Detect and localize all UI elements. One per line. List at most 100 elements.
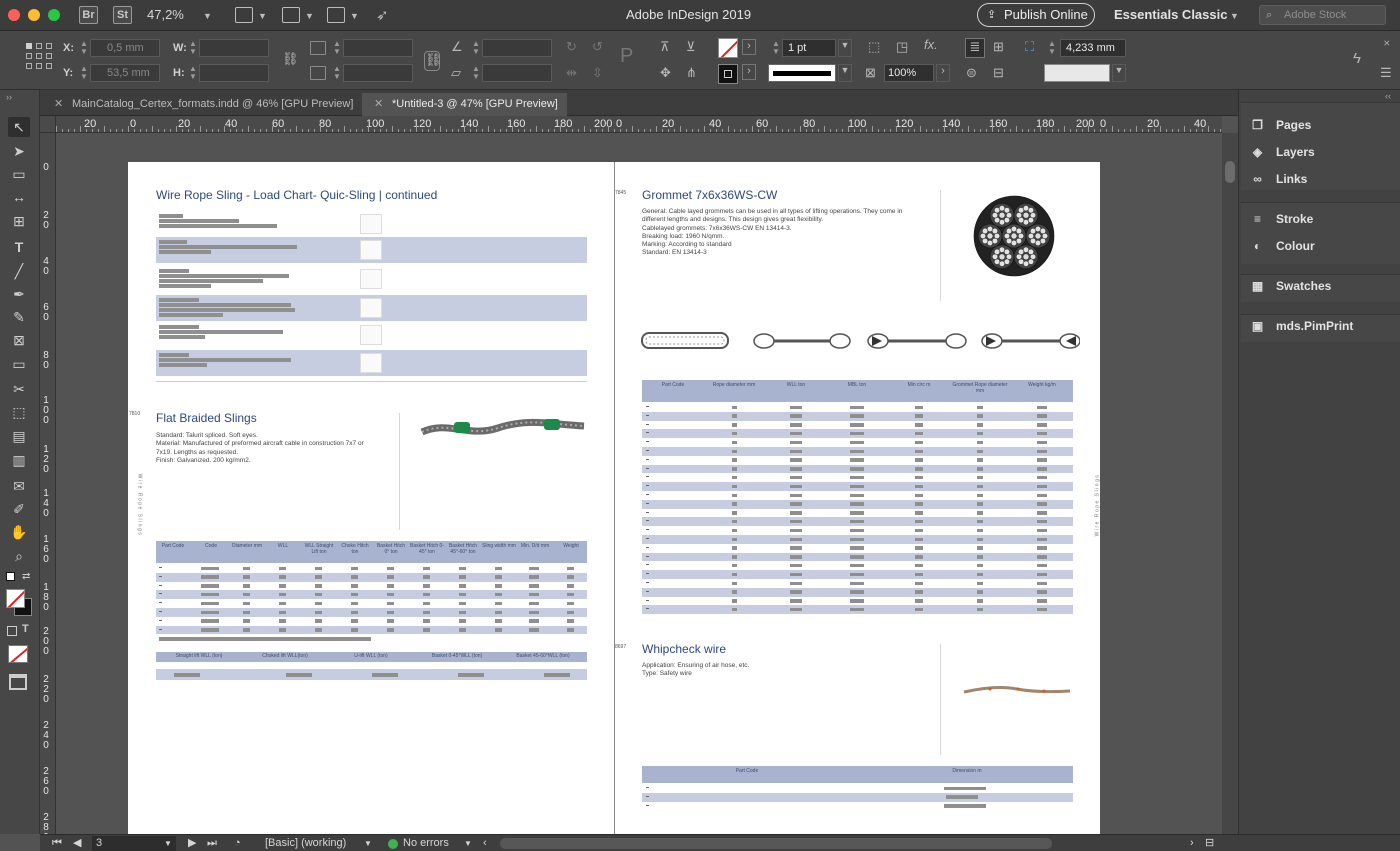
height-field[interactable]	[199, 64, 269, 82]
swap-colors-icon[interactable]: ⇄	[22, 571, 30, 582]
free-transform-tool-icon[interactable]: ⬚	[8, 402, 30, 422]
column-header[interactable]: WLL ton	[768, 382, 824, 389]
sling-thumbnail-image[interactable]	[360, 298, 382, 318]
note-tool-icon[interactable]: ✉	[8, 476, 30, 496]
column-header[interactable]: Choke Hitch ton	[338, 543, 372, 555]
profile-chevron-down-icon[interactable]: ▼	[364, 836, 372, 851]
close-tab-icon[interactable]: ✕	[374, 93, 383, 116]
column-header[interactable]: WLL	[266, 543, 300, 550]
tab-untitled-3[interactable]: ✕ *Untitled-3 @ 47% [GPU Preview]	[362, 93, 567, 116]
text-wrap-none-icon[interactable]: ≣	[965, 38, 985, 58]
last-page-icon[interactable]: ⏭	[207, 836, 217, 851]
column-header[interactable]: Basket Hitch 45°-60° ton	[446, 543, 480, 555]
formatting-container-icon[interactable]	[7, 626, 17, 636]
rotate-angle-field[interactable]	[482, 39, 552, 57]
column-header[interactable]: Diameter mm	[230, 543, 264, 550]
previous-page-icon[interactable]: ◀	[73, 836, 81, 851]
fill-none-swatch-icon[interactable]	[718, 38, 738, 58]
column-header[interactable]: Basket 0-45°WLL (ton)	[414, 653, 500, 660]
stock-badge[interactable]: St	[113, 6, 132, 24]
column-header[interactable]: Weight	[554, 543, 588, 550]
frame-size-field[interactable]: 4,233 mm	[1060, 39, 1126, 57]
collapse-tools-icon[interactable]: ››	[6, 92, 12, 102]
split-window-icon[interactable]: ⊟	[1205, 836, 1214, 851]
vertical-ruler[interactable]: 0 20 40 60 80 100 120 140 160 180 200 220 240 260 280	[40, 133, 56, 834]
left-page[interactable]: Wire Rope Sling - Load Chart- Quic-Sling…	[128, 162, 614, 834]
sling-thumbnail-image[interactable]	[360, 240, 382, 260]
preflight-profile[interactable]: [Basic] (working)	[265, 836, 346, 851]
scale-y-field[interactable]	[343, 64, 413, 82]
effects-fx-icon[interactable]: fx.	[924, 37, 938, 52]
select-container-icon[interactable]: ⊼	[660, 39, 670, 55]
page-tool-icon[interactable]: ▭	[8, 164, 30, 184]
next-page-icon[interactable]: ▶	[188, 836, 196, 851]
sling-thumbnail-image[interactable]	[360, 325, 382, 345]
constrain-proportions-icon[interactable]: ⛓	[282, 51, 299, 67]
close-window-button[interactable]	[8, 9, 20, 21]
column-header[interactable]: Min circ m	[891, 382, 947, 389]
rope-cross-section-image[interactable]	[972, 194, 1056, 278]
scale-x-field[interactable]	[343, 39, 413, 57]
pencil-tool-icon[interactable]: ✎	[8, 307, 30, 327]
y-stepper[interactable]: ▲ ▼	[80, 65, 88, 81]
braided-sling-image[interactable]	[418, 410, 588, 446]
grommet-description[interactable]: General: Cable layed grommets can be use…	[642, 208, 932, 258]
preflight-errors[interactable]: No errors	[403, 836, 449, 851]
shear-stepper[interactable]: ▲ ▼	[472, 65, 480, 81]
line-tool-icon[interactable]: ╱	[8, 261, 30, 281]
vertical-scrollbar[interactable]	[1222, 133, 1238, 834]
scroll-left-icon[interactable]: ‹	[483, 836, 487, 851]
select-content-icon[interactable]: ⊻	[686, 39, 696, 55]
content-collector-icon[interactable]: ⊞	[8, 211, 30, 231]
quick-apply-lightning-icon[interactable]: ϟ	[1353, 50, 1361, 67]
workspace-chevron-down-icon[interactable]: ▼	[1230, 11, 1239, 21]
first-page-icon[interactable]: ⏮	[52, 836, 62, 851]
stock-search-input[interactable]: ⌕ Adobe Stock	[1259, 5, 1386, 25]
stroke-weight-chevron-down-icon[interactable]: ▼	[838, 39, 852, 57]
text-wrap-bounding-icon[interactable]: ⊞	[993, 39, 1004, 55]
stroke-type-field[interactable]	[768, 64, 836, 82]
minimize-window-button[interactable]	[28, 9, 40, 21]
flip-horizontal-icon[interactable]: ⇹	[566, 65, 577, 81]
right-page[interactable]: 7845 Grommet 7x6x36WS-CW General: Cable …	[614, 162, 1100, 834]
opacity-chevron-right-icon[interactable]: ›	[936, 64, 950, 82]
column-header[interactable]: MBL ton	[829, 382, 885, 389]
gradient-swatch-tool-icon[interactable]: ▤	[8, 426, 30, 446]
column-header[interactable]: Basket Hitch 0-45° ton	[410, 543, 444, 555]
workspace-switcher[interactable]: Essentials Classic	[1114, 7, 1227, 22]
w-stepper[interactable]: ▲ ▼	[189, 40, 197, 56]
eyedropper-tool-icon[interactable]: ✐	[8, 499, 30, 519]
sling-thumbnail-image[interactable]	[360, 214, 382, 234]
column-header[interactable]: Sling width mm	[482, 543, 516, 550]
grommet-shapes-image[interactable]	[640, 330, 1080, 352]
width-field[interactable]	[199, 39, 269, 57]
tab-maincatalog[interactable]: ✕ MainCatalog_Certex_formats.indd @ 46% …	[42, 93, 362, 116]
section-description[interactable]: Standard: Talurit spliced. Soft eyes. Ma…	[156, 432, 396, 465]
rotate-clockwise-icon[interactable]: ↻	[566, 39, 577, 55]
grommet-title[interactable]: Grommet 7x6x36WS-CW	[642, 188, 777, 202]
text-wrap-shape-icon[interactable]: ⊜	[966, 65, 977, 81]
zoom-window-button[interactable]	[48, 9, 60, 21]
object-style-chevron-down-icon[interactable]: ▼	[1112, 64, 1126, 82]
scissors-tool-icon[interactable]: ✂	[8, 379, 30, 399]
whipcheck-description[interactable]: Application: Ensuring of air hose, etc. …	[642, 662, 892, 679]
column-header[interactable]: Dimension m	[932, 768, 1002, 775]
formatting-text-icon[interactable]: T	[22, 623, 29, 635]
rotate-counterclockwise-icon[interactable]: ↺	[592, 39, 603, 55]
horizontal-ruler[interactable]: 20 0 20 40 60 80 100 120 140 160 180 200 0 20 40 60 80 10…	[56, 116, 1222, 133]
column-header[interactable]: Grommet Rope diameter mm	[952, 382, 1008, 394]
stroke-type-chevron-down-icon[interactable]: ▼	[838, 64, 852, 82]
panel-pimprint[interactable]: ▣ mds.PimPrint	[1249, 315, 1354, 337]
zoom-level[interactable]: 47,2%	[147, 7, 184, 22]
default-colors-icon[interactable]	[6, 572, 15, 581]
column-header[interactable]: Choked lift WLL(ton)	[242, 653, 328, 660]
errors-chevron-down-icon[interactable]: ▼	[464, 836, 472, 851]
gradient-feather-tool-icon[interactable]: ▥	[8, 450, 30, 470]
rectangle-frame-tool-icon[interactable]: ⊠	[8, 330, 30, 350]
panel-menu-icon[interactable]: ☰	[1380, 65, 1392, 81]
column-header[interactable]: Min. D/d mm	[518, 543, 552, 550]
document-canvas[interactable]: Wire Rope Sling - Load Chart- Quic-Sling…	[56, 133, 1222, 834]
flip-vertical-icon[interactable]: ⇳	[592, 65, 603, 81]
column-header[interactable]: Part Code	[712, 768, 782, 775]
sling-thumbnail-image[interactable]	[360, 269, 382, 289]
